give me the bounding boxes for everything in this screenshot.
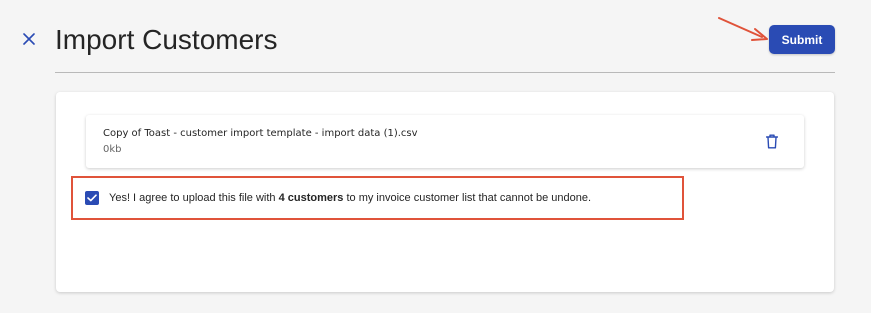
file-name: Copy of Toast - customer import template…: [103, 128, 418, 139]
checkmark-icon: [87, 194, 97, 202]
annotation-arrow: [718, 17, 768, 41]
import-customers-page: Import Customers Submit Copy of Toast - …: [0, 0, 871, 313]
customer-count: 4 customers: [278, 192, 344, 204]
close-icon: [23, 33, 35, 45]
submit-button[interactable]: Submit: [769, 25, 835, 54]
agreement-text: Yes! I agree to upload this file with 4 …: [109, 191, 591, 206]
trash-icon: [766, 134, 778, 148]
file-size: 0kb: [103, 144, 122, 155]
agreement-text-start: Yes! I agree to upload this file with: [109, 192, 279, 204]
close-button[interactable]: [18, 28, 40, 50]
agreement-checkbox[interactable]: [85, 191, 99, 205]
delete-file-button[interactable]: [763, 131, 781, 151]
uploaded-file-row: Copy of Toast - customer import template…: [86, 115, 804, 168]
agreement-text-end: to my invoice customer list that cannot …: [343, 192, 592, 204]
header-divider: [55, 72, 835, 73]
page-title: Import Customers: [55, 24, 278, 55]
import-card: Copy of Toast - customer import template…: [56, 92, 834, 292]
agreement-row: Yes! I agree to upload this file with 4 …: [71, 176, 684, 220]
